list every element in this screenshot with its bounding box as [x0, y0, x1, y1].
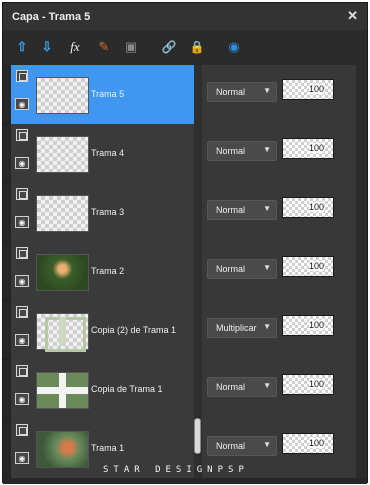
- layer-info[interactable]: ◉ Trama 2: [11, 242, 194, 301]
- layer-thumbnail: [36, 195, 89, 232]
- layer-row[interactable]: ◉ Copia (2) de Trama 1 Multiplicar ▼ 100: [3, 301, 367, 360]
- blend-mode-label: Normal: [216, 146, 246, 156]
- mask-icon[interactable]: ▣: [121, 37, 141, 57]
- layers-toolbar: ⇧ ⇩ fx ✎ ▣ 🔗 🔒 ◉: [3, 34, 367, 62]
- dropdown-arrow-icon: ▼: [263, 322, 271, 331]
- blend-mode-label: Normal: [216, 441, 246, 451]
- opacity-value: 100: [308, 143, 324, 153]
- close-icon[interactable]: ✕: [347, 8, 358, 24]
- panel-title: Capa - Trama 5: [12, 11, 91, 23]
- visibility-eye-icon[interactable]: ◉: [15, 393, 29, 405]
- layer-properties: Normal ▼ 100: [202, 242, 356, 301]
- opacity-field[interactable]: 100: [282, 256, 334, 277]
- blend-mode-select[interactable]: Normal ▼: [207, 141, 277, 161]
- dropdown-arrow-icon: ▼: [263, 145, 271, 154]
- layer-group-icon[interactable]: [16, 70, 28, 82]
- opacity-value: 100: [308, 261, 324, 271]
- blend-mode-select[interactable]: Normal ▼: [207, 200, 277, 220]
- layer-thumbnail: [36, 77, 89, 114]
- layer-properties: Normal ▼ 100: [202, 65, 356, 124]
- layer-properties: Normal ▼ 100: [202, 183, 356, 242]
- dropdown-arrow-icon: ▼: [263, 381, 271, 390]
- layer-name: Trama 2: [91, 266, 125, 276]
- layer-name: Trama 4: [91, 148, 125, 158]
- layer-group-icon[interactable]: [16, 365, 28, 377]
- layer-group-icon[interactable]: [16, 129, 28, 141]
- move-layer-up-icon[interactable]: ⇧: [12, 37, 32, 57]
- blend-mode-label: Normal: [216, 382, 246, 392]
- opacity-field[interactable]: 100: [282, 138, 334, 159]
- blend-mode-select[interactable]: Normal ▼: [207, 377, 277, 397]
- dropdown-arrow-icon: ▼: [263, 86, 271, 95]
- layer-row[interactable]: ◉ Trama 3 Normal ▼ 100: [3, 183, 367, 242]
- highlight-icon[interactable]: ◉: [224, 37, 244, 57]
- layer-group-icon[interactable]: [16, 247, 28, 259]
- layer-thumbnail: [36, 136, 89, 173]
- layer-list: ◉ Trama 5 Normal ▼ 100 ◉ Trama 4 Normal …: [3, 65, 367, 484]
- layer-name: Copia (2) de Trama 1: [91, 325, 177, 335]
- dropdown-arrow-icon: ▼: [263, 204, 271, 213]
- visibility-eye-icon[interactable]: ◉: [15, 98, 29, 110]
- opacity-field[interactable]: 100: [282, 79, 334, 100]
- visibility-eye-icon[interactable]: ◉: [15, 157, 29, 169]
- title-bar: Capa - Trama 5 ✕: [3, 3, 367, 30]
- visibility-eye-icon[interactable]: ◉: [15, 275, 29, 287]
- layer-thumbnail: [36, 431, 89, 468]
- opacity-field[interactable]: 100: [282, 433, 334, 454]
- layer-thumbnail: [36, 372, 89, 409]
- visibility-eye-icon[interactable]: ◉: [15, 452, 29, 464]
- edit-selection-icon[interactable]: ✎: [94, 37, 114, 57]
- visibility-eye-icon[interactable]: ◉: [15, 216, 29, 228]
- dropdown-arrow-icon: ▼: [263, 263, 271, 272]
- layer-group-icon[interactable]: [16, 306, 28, 318]
- layer-name: Copia de Trama 1: [91, 384, 163, 394]
- blend-mode-select[interactable]: Normal ▼: [207, 82, 277, 102]
- layer-info[interactable]: ◉ Trama 5: [11, 65, 194, 124]
- blend-mode-select[interactable]: Normal ▼: [207, 259, 277, 279]
- layer-thumbnail: [36, 254, 89, 291]
- layer-properties: Multiplicar ▼ 100: [202, 301, 356, 360]
- blend-mode-select[interactable]: Normal ▼: [207, 436, 277, 456]
- layer-name: Trama 5: [91, 89, 125, 99]
- layer-info[interactable]: ◉ Copia de Trama 1: [11, 360, 194, 419]
- layer-name: Trama 1: [91, 443, 125, 453]
- column-splitter-handle[interactable]: [194, 418, 201, 454]
- opacity-field[interactable]: 100: [282, 315, 334, 336]
- blend-mode-label: Multiplicar: [216, 323, 257, 333]
- layer-row[interactable]: ◉ Trama 5 Normal ▼ 100: [3, 65, 367, 124]
- layer-row[interactable]: ◉ Trama 2 Normal ▼ 100: [3, 242, 367, 301]
- blend-mode-label: Normal: [216, 205, 246, 215]
- blend-mode-label: Normal: [216, 87, 246, 97]
- layer-properties: Normal ▼ 100: [202, 360, 356, 419]
- layer-thumbnail: [36, 313, 89, 352]
- layer-row[interactable]: ◉ Trama 4 Normal ▼ 100: [3, 124, 367, 183]
- blend-mode-select[interactable]: Multiplicar ▼: [207, 318, 277, 338]
- opacity-value: 100: [308, 320, 324, 330]
- layer-info[interactable]: ◉ Trama 4: [11, 124, 194, 183]
- opacity-field[interactable]: 100: [282, 374, 334, 395]
- blend-mode-label: Normal: [216, 264, 246, 274]
- layer-row[interactable]: ◉ Copia de Trama 1 Normal ▼ 100: [3, 360, 367, 419]
- layer-properties: Normal ▼ 100: [202, 124, 356, 183]
- layer-info[interactable]: ◉ Copia (2) de Trama 1: [11, 301, 194, 360]
- lock-icon[interactable]: 🔒: [187, 37, 207, 57]
- watermark-text: STAR DESIGNPSP: [103, 465, 249, 475]
- layer-info[interactable]: ◉ Trama 3: [11, 183, 194, 242]
- move-layer-down-icon[interactable]: ⇩: [37, 37, 57, 57]
- layer-name: Trama 3: [91, 207, 125, 217]
- effects-icon[interactable]: fx: [65, 37, 85, 57]
- dropdown-arrow-icon: ▼: [263, 440, 271, 449]
- layer-group-icon[interactable]: [16, 424, 28, 436]
- opacity-field[interactable]: 100: [282, 197, 334, 218]
- layer-group-icon[interactable]: [16, 188, 28, 200]
- link-icon[interactable]: 🔗: [159, 37, 179, 57]
- opacity-value: 100: [308, 202, 324, 212]
- opacity-value: 100: [308, 438, 324, 448]
- opacity-value: 100: [308, 84, 324, 94]
- layers-panel: Capa - Trama 5 ✕ ⇧ ⇩ fx ✎ ▣ 🔗 🔒 ◉ ◉ Tram…: [2, 2, 368, 484]
- opacity-value: 100: [308, 379, 324, 389]
- visibility-eye-icon[interactable]: ◉: [15, 334, 29, 346]
